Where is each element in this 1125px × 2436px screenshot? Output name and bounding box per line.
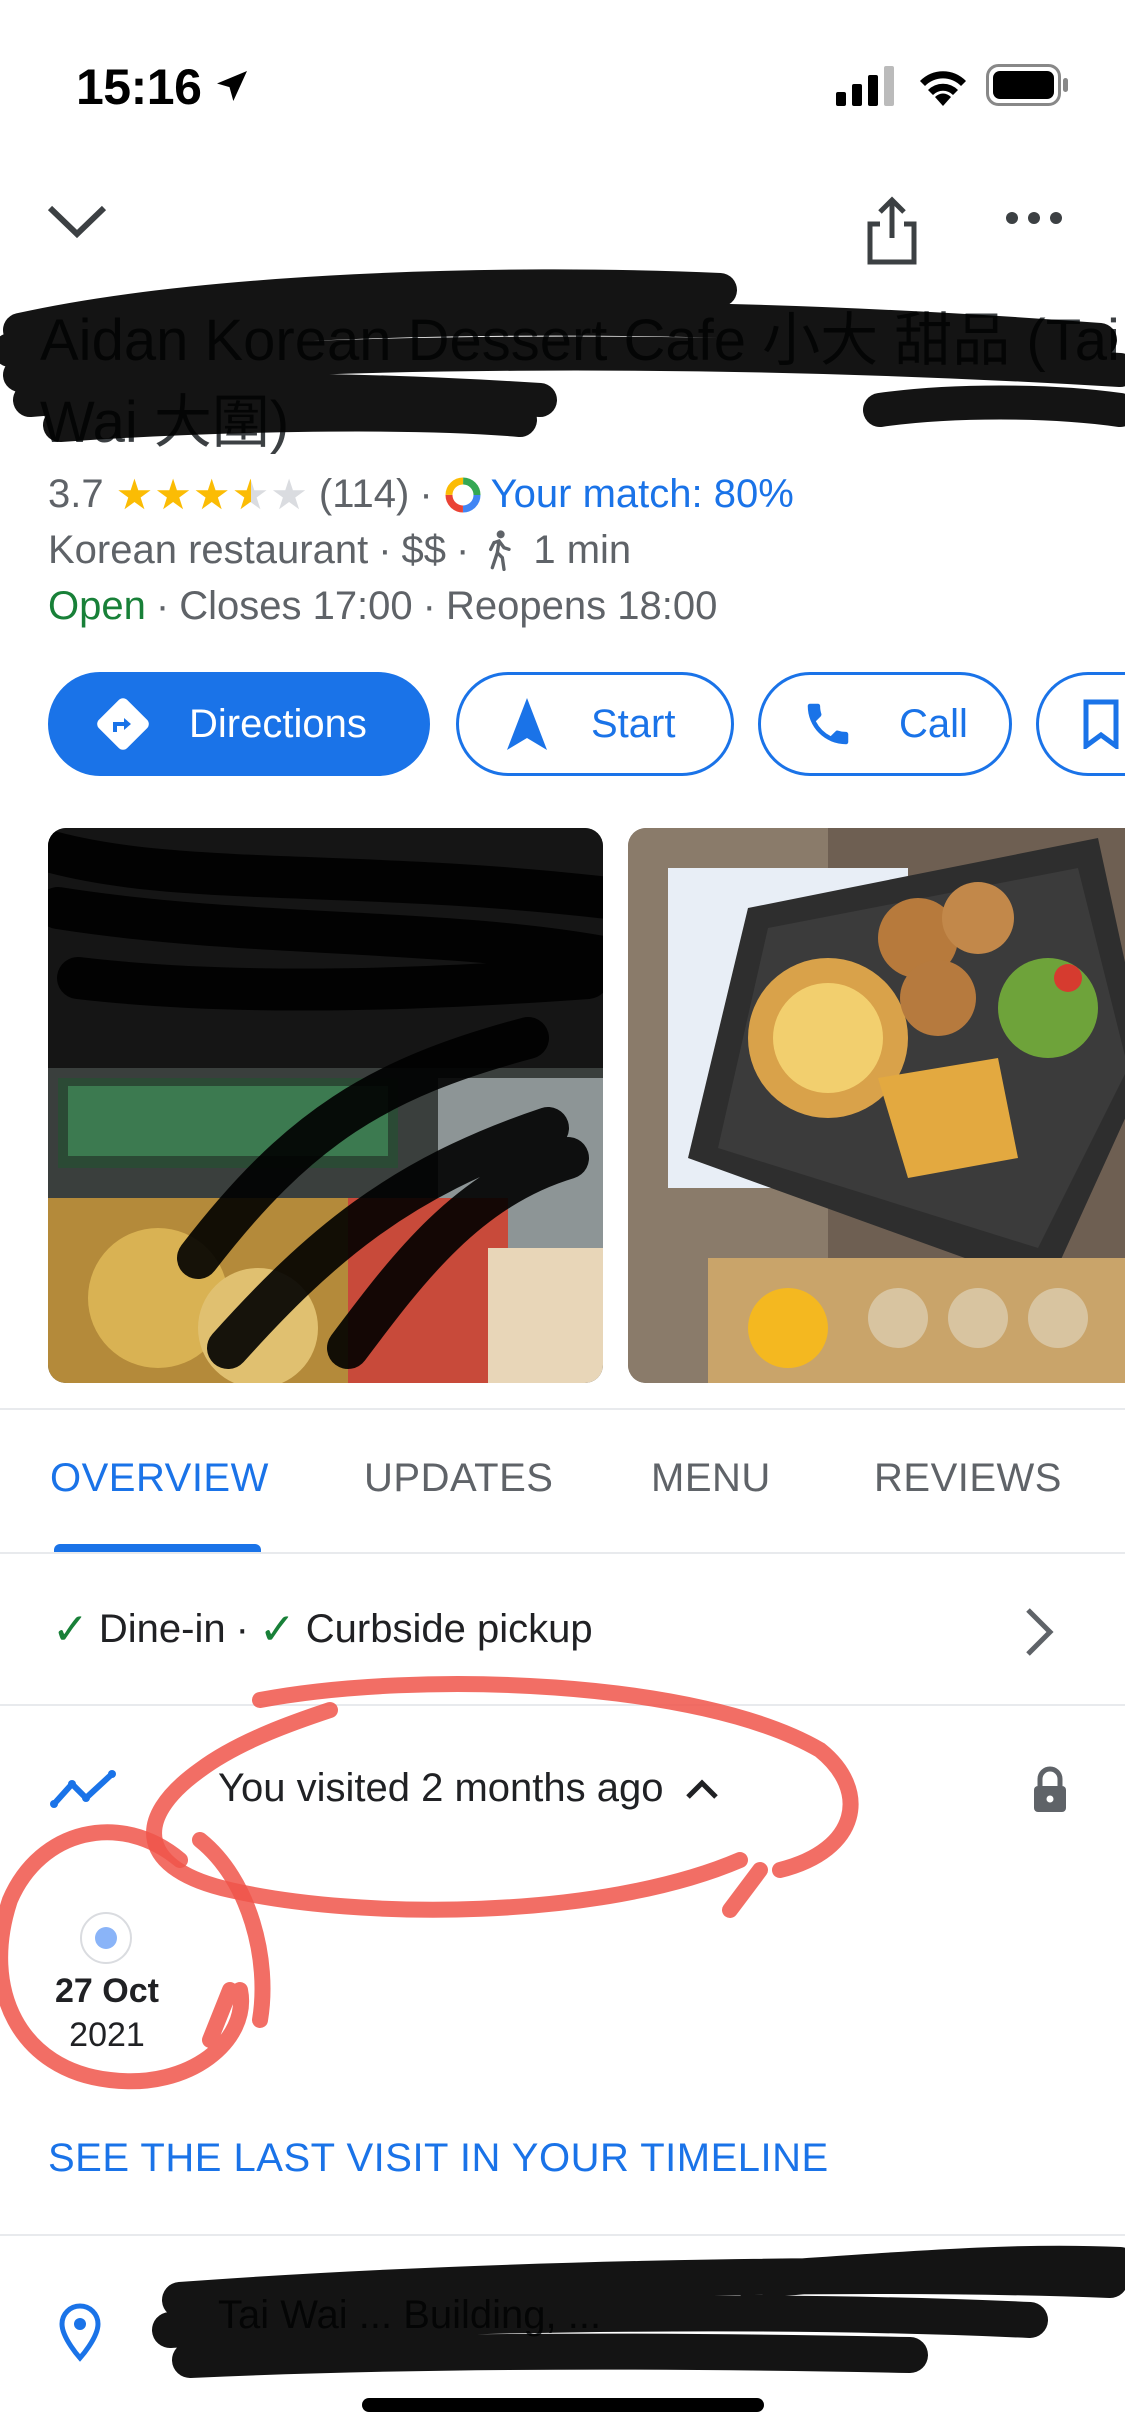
rating-value: 3.7 bbox=[48, 472, 104, 516]
chevron-right-icon[interactable] bbox=[1020, 1604, 1060, 1665]
dine-in-label: Dine-in bbox=[98, 1607, 226, 1651]
category-row: Korean restaurant · $$ · 1 min bbox=[48, 528, 632, 572]
google-match-icon bbox=[445, 477, 481, 512]
tab-menu[interactable]: MENU bbox=[651, 1456, 771, 1501]
curbside-label: Curbside pickup bbox=[305, 1607, 593, 1651]
location-pin-icon bbox=[58, 2302, 102, 2367]
annotation-circle bbox=[0, 1676, 859, 2090]
call-label: Call bbox=[899, 701, 968, 746]
closes-time: Closes 17:00 bbox=[179, 584, 413, 628]
place-photo-food[interactable] bbox=[628, 828, 1125, 1383]
start-label: Start bbox=[591, 701, 676, 746]
directions-button[interactable]: Directions bbox=[48, 672, 430, 776]
star-rating-icon: ★★★★★ bbox=[115, 471, 309, 518]
place-photo-storefront[interactable] bbox=[48, 828, 603, 1383]
divider bbox=[0, 2234, 1125, 2236]
price-level: $$ bbox=[401, 528, 447, 572]
category: Korean restaurant bbox=[48, 528, 369, 572]
reopens-time: Reopens 18:00 bbox=[446, 584, 718, 628]
open-status: Open bbox=[48, 584, 146, 628]
walking-icon bbox=[489, 529, 512, 571]
tab-reviews[interactable]: REVIEWS bbox=[874, 1456, 1062, 1501]
status-time: 15:16 bbox=[76, 59, 202, 115]
walk-time: 1 min bbox=[533, 528, 632, 572]
wifi-icon bbox=[916, 64, 970, 111]
directions-icon bbox=[91, 692, 155, 756]
save-button[interactable] bbox=[1036, 672, 1125, 776]
navigation-arrow-icon bbox=[505, 696, 549, 752]
amenities-row[interactable]: ✓ Dine-in · ✓ Curbside pickup bbox=[52, 1604, 593, 1655]
directions-label: Directions bbox=[189, 701, 367, 746]
check-icon: ✓ bbox=[258, 1605, 296, 1654]
cellular-signal-icon bbox=[836, 66, 898, 111]
divider bbox=[0, 1408, 1125, 1410]
home-indicator[interactable] bbox=[362, 2398, 764, 2412]
call-button[interactable]: Call bbox=[758, 672, 1012, 776]
reviews-count[interactable]: (114) bbox=[319, 472, 409, 517]
match-score[interactable]: Your match: 80% bbox=[491, 472, 794, 517]
start-button[interactable]: Start bbox=[456, 672, 734, 776]
active-tab-indicator bbox=[54, 1544, 261, 1552]
hours-row[interactable]: Open · Closes 17:00 · Reopens 18:00 bbox=[48, 584, 717, 629]
bookmark-icon bbox=[1083, 699, 1119, 749]
tab-overview[interactable]: OVERVIEW bbox=[50, 1456, 269, 1501]
battery-icon bbox=[986, 64, 1070, 111]
title-redaction-scribble bbox=[0, 269, 1125, 442]
lock-icon bbox=[1030, 1766, 1070, 1819]
rating-row: 3.7 ★★★★★ (114) · Your match: 80% bbox=[48, 471, 794, 518]
address-redaction-scribble bbox=[152, 2245, 1125, 2378]
divider bbox=[0, 1552, 1125, 1554]
phone-icon bbox=[801, 697, 855, 751]
tab-updates[interactable]: UPDATES bbox=[364, 1456, 553, 1501]
location-arrow-icon bbox=[212, 66, 252, 111]
check-icon: ✓ bbox=[52, 1605, 89, 1654]
